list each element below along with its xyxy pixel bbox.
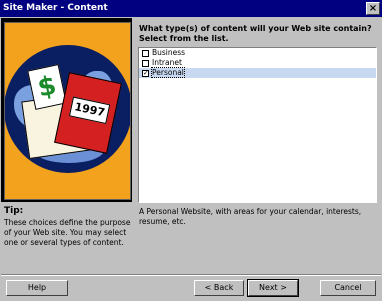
list-item-intranet[interactable]: Intranet [139,58,376,68]
checkbox-personal[interactable]: ✓ [142,69,149,77]
list-item-label: Personal [151,67,185,78]
window-title: Site Maker - Content [3,3,108,13]
back-button[interactable]: < Back [194,280,244,296]
checkbox-intranet[interactable] [142,59,149,67]
close-button[interactable]: × [366,2,380,15]
content-type-list[interactable]: Business Intranet ✓ Personal [138,47,377,203]
cancel-button[interactable]: Cancel [320,280,376,296]
question-label: What type(s) of content will your Web si… [139,24,372,43]
tip-area: Tip: These choices define the purpose of… [4,206,134,266]
list-item-label: Business [152,48,186,57]
next-button[interactable]: Next > [247,279,299,297]
description-text: A Personal Website, with areas for your … [139,207,362,226]
list-item-business[interactable]: Business [139,48,376,58]
title-bar: Site Maker - Content × [0,0,382,17]
checkbox-business[interactable] [142,49,149,57]
book-year-label: 1997 [68,96,111,125]
tip-text: These choices define the purpose of your… [4,218,131,247]
help-button[interactable]: Help [6,280,68,296]
illustration-panel: $ 1997 [4,22,131,200]
list-item-personal[interactable]: ✓ Personal [139,67,376,78]
divider [1,274,381,276]
list-item-label: Intranet [152,58,182,67]
tip-heading: Tip: [4,206,24,216]
